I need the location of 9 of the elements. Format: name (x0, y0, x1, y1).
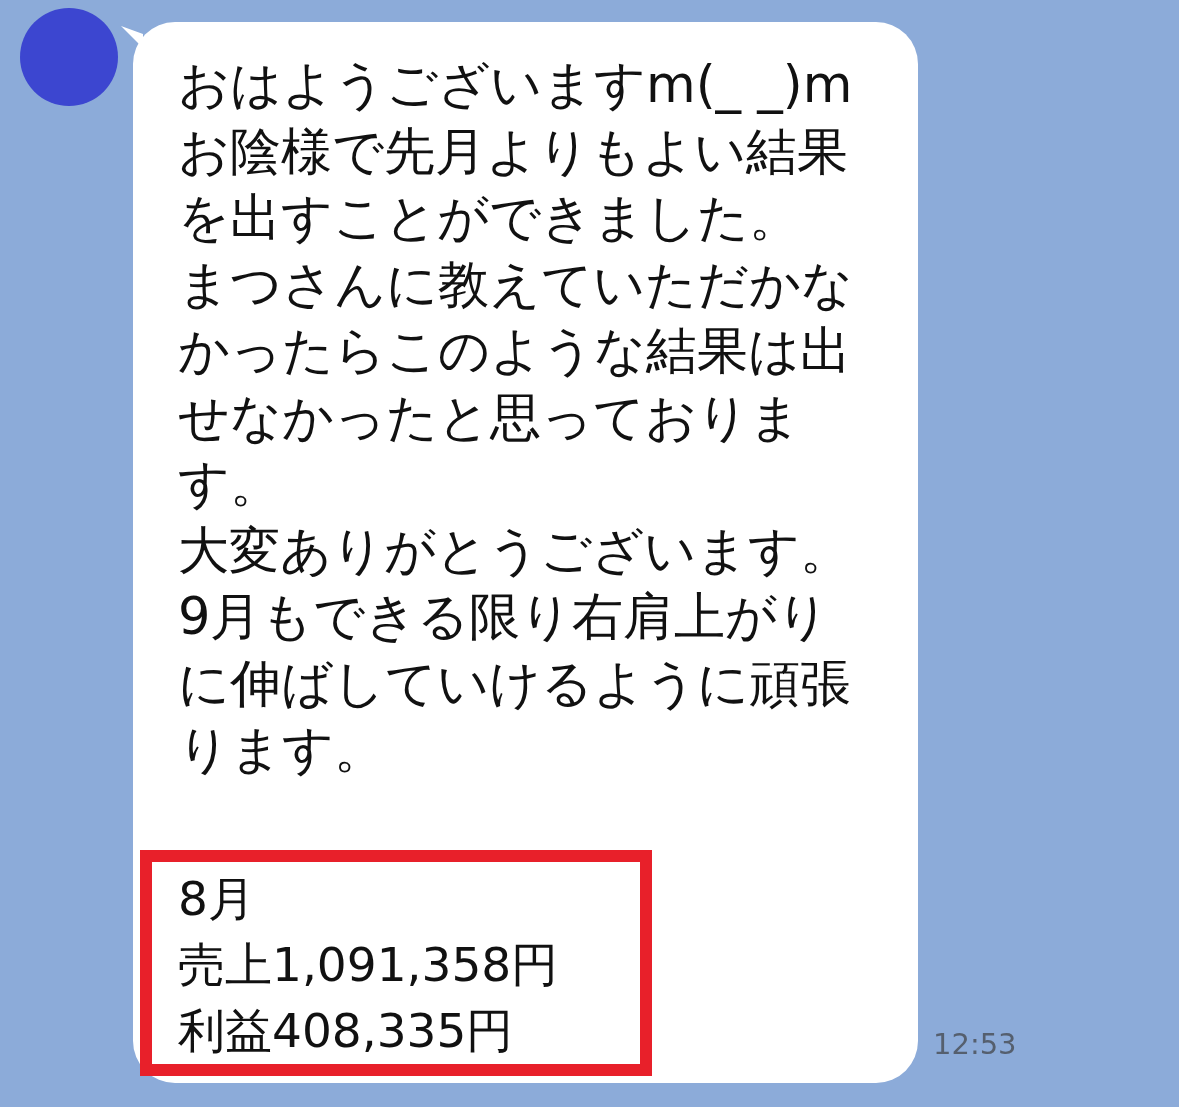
sales-summary-line: 8月 (178, 869, 255, 928)
message-text: お陰様で先月よりもよい結果を出すことができました。 (178, 120, 849, 249)
message-text: 9月もできる限り右肩上がりに伸ばしていけるように頑張ります。 (178, 586, 852, 781)
message-text: まつさんに教えていただかなかったらこのような結果は出せなかったと思っております。 (178, 253, 854, 515)
message-text: 大変ありがとうございます。 (178, 519, 851, 582)
sales-summary-line: 利益408,335円 (178, 1001, 514, 1060)
sales-summary-line: 売上1,091,358円 (178, 935, 559, 994)
message-text: おはようございますm(_ _)m (178, 54, 853, 116)
message-time: 12:53 (933, 1026, 1017, 1061)
